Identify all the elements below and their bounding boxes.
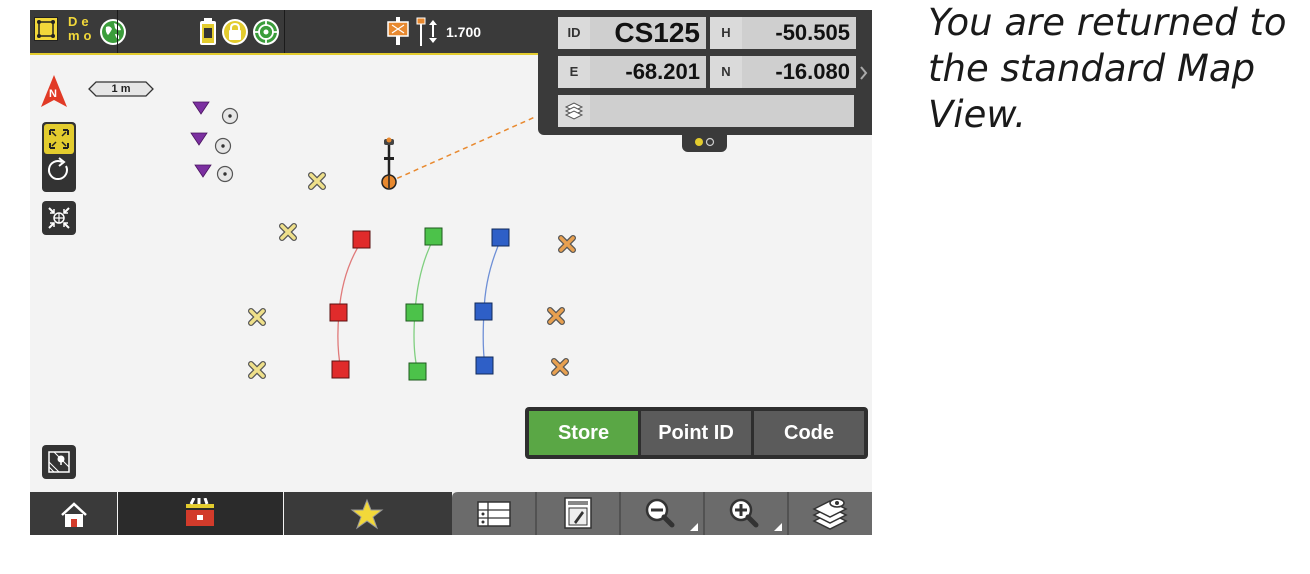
edit-button[interactable] [536, 492, 620, 535]
toolbox-icon [186, 498, 214, 526]
zoom-out-icon [645, 498, 698, 531]
n-value: -16.080 [775, 59, 850, 84]
panel-pager[interactable] [682, 135, 727, 152]
h-label: H [710, 17, 742, 49]
cross-markers[interactable] [248, 172, 576, 379]
panel-next-icon[interactable] [859, 65, 869, 81]
e-label: E [558, 56, 590, 88]
e-value: -68.201 [625, 59, 700, 84]
info-panel: ID CS125 H -50.505 E -68.201 N -16.080 [538, 10, 872, 135]
map-screen: De mo 1.700 ID CS125 H -50.505 E -68.201… [30, 10, 872, 535]
demo-icon[interactable] [34, 17, 58, 41]
link-line [388, 116, 536, 183]
north-label: N [49, 88, 57, 100]
home-button[interactable] [30, 492, 117, 535]
demo-label: De mo [68, 14, 96, 43]
n-field[interactable]: N -16.080 [710, 56, 856, 88]
globe-icon[interactable] [98, 17, 128, 47]
h-value: -50.505 [775, 20, 850, 45]
green-points[interactable] [405, 227, 443, 381]
scale-label: 1 m [111, 83, 131, 95]
station-markers[interactable] [190, 101, 239, 183]
prism-icon[interactable] [385, 17, 411, 47]
home-icon [61, 502, 87, 527]
zoom-in-icon [729, 498, 782, 531]
id-field[interactable]: ID CS125 [558, 17, 706, 49]
zoom-extent-button[interactable] [42, 122, 76, 192]
table-view-button[interactable] [452, 492, 536, 535]
code-button[interactable]: Code [754, 411, 864, 455]
zoom-in-button[interactable] [704, 492, 788, 535]
favorites-button[interactable] [284, 492, 452, 535]
h-field[interactable]: H -50.505 [710, 17, 856, 49]
table-icon [477, 501, 511, 527]
id-value: CS125 [614, 17, 700, 48]
lock-icon[interactable] [220, 17, 250, 47]
action-bar: Store Point ID Code [525, 407, 868, 459]
n-label: N [710, 56, 742, 88]
store-button[interactable]: Store [529, 411, 638, 455]
e-field[interactable]: E -68.201 [558, 56, 706, 88]
code-field[interactable] [558, 95, 854, 127]
favorites-icon [350, 498, 384, 530]
toolbox-button[interactable] [118, 492, 283, 535]
id-label: ID [558, 17, 590, 49]
code-layers-icon [558, 95, 590, 127]
edit-icon [564, 497, 592, 529]
layers-button[interactable] [788, 492, 872, 535]
map-settings-button[interactable] [42, 445, 76, 479]
point-id-button[interactable]: Point ID [641, 411, 751, 455]
antenna-height-value: 1.700 [446, 24, 482, 40]
caption-text: You are returned to the standard Map Vie… [928, 1, 1287, 136]
battery-icon [200, 18, 216, 45]
center-position-button[interactable] [42, 201, 76, 235]
blue-points[interactable] [474, 228, 510, 375]
target-icon[interactable] [251, 17, 281, 47]
antenna-height-icon[interactable] [416, 16, 444, 48]
red-points[interactable] [329, 230, 371, 379]
zoom-out-button[interactable] [620, 492, 704, 535]
layers-icon [812, 498, 848, 530]
current-position-marker [381, 137, 397, 190]
bottom-toolbar [30, 492, 872, 535]
